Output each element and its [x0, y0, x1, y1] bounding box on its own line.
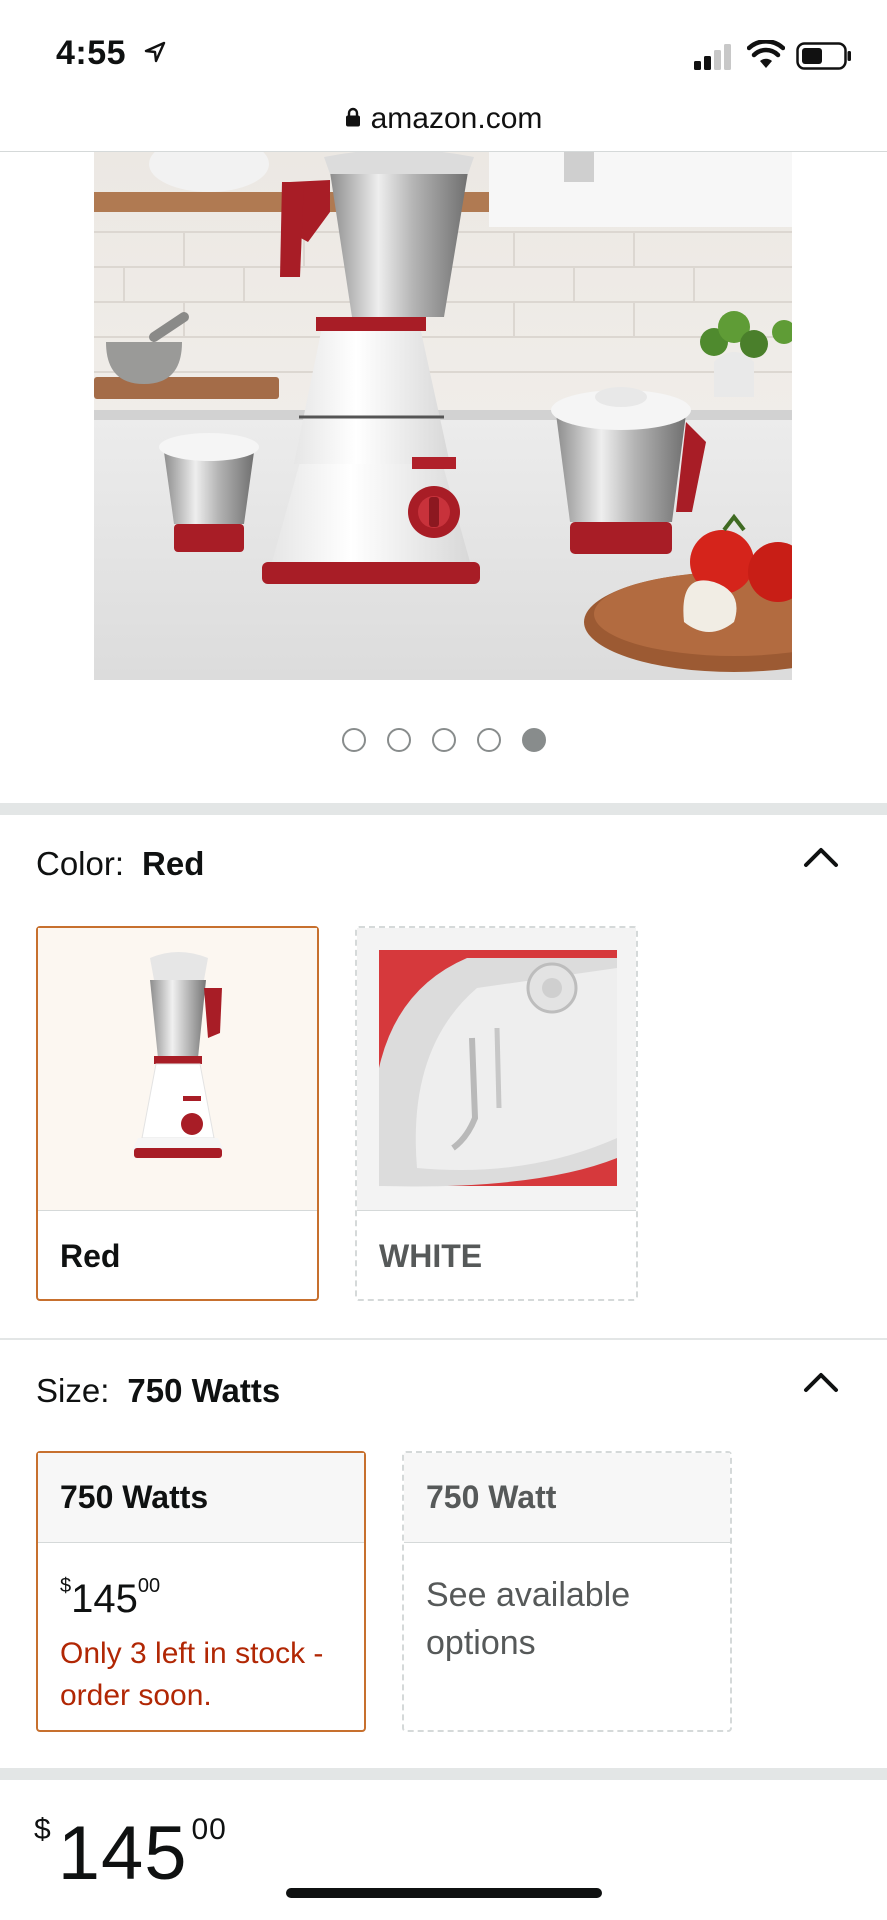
color-swatch-red[interactable]: Red	[36, 926, 319, 1301]
section-divider	[0, 803, 887, 815]
product-image[interactable]	[94, 152, 792, 680]
battery-icon	[796, 42, 851, 70]
carousel-dot[interactable]	[386, 728, 411, 752]
swatch-image-red	[38, 928, 317, 1210]
swatch-image-white	[357, 928, 636, 1210]
section-divider	[0, 1338, 887, 1340]
url-text: amazon.com	[370, 102, 543, 135]
size-option-label: 750 Watt	[426, 1479, 557, 1515]
image-carousel-dots[interactable]	[0, 728, 887, 752]
color-label: Color:	[36, 845, 125, 882]
size-label: Size:	[36, 1372, 110, 1409]
location-arrow-icon	[144, 41, 166, 63]
size-option-price: $14500	[60, 1575, 161, 1621]
size-option-header: 750 Watts	[38, 1453, 364, 1543]
chevron-up-icon[interactable]	[801, 1370, 841, 1394]
carousel-dot[interactable]	[431, 728, 456, 752]
see-available-options: See available options	[426, 1576, 631, 1662]
swatch-label: WHITE	[379, 1238, 483, 1274]
size-option-750-watt[interactable]: 750 Watt See available options	[402, 1451, 732, 1732]
size-option-label: 750 Watts	[60, 1479, 209, 1515]
product-price: $145 00	[34, 1811, 227, 1896]
size-option-750-watts[interactable]: 750 Watts $14500 Only 3 left in stock - …	[36, 1451, 366, 1732]
color-swatch-white[interactable]: WHITE	[355, 926, 638, 1301]
browser-url-bar[interactable]: amazon.com	[0, 100, 887, 152]
size-option-header: 750 Watt	[404, 1453, 730, 1543]
wifi-icon	[747, 40, 785, 68]
section-divider	[0, 1768, 887, 1780]
swatch-divider	[38, 1210, 317, 1211]
stock-warning: Only 3 left in stock - order soon.	[60, 1637, 324, 1712]
size-selector-header[interactable]: Size: 750 Watts	[36, 1372, 280, 1410]
swatch-label: Red	[60, 1238, 121, 1274]
mixer-grinder-photo	[94, 152, 792, 680]
carousel-dot[interactable]	[341, 728, 366, 752]
color-selector-header[interactable]: Color: Red	[36, 845, 204, 883]
lock-icon	[345, 107, 360, 127]
carousel-dot-active[interactable]	[521, 728, 546, 752]
color-selected-value: Red	[142, 845, 205, 882]
carousel-dot[interactable]	[476, 728, 501, 752]
cellular-signal-icon	[694, 44, 731, 70]
status-time: 4:55	[56, 34, 127, 72]
chevron-up-icon[interactable]	[801, 845, 841, 869]
size-selected-value: 750 Watts	[127, 1372, 281, 1409]
home-indicator[interactable]	[286, 1888, 602, 1898]
swatch-divider	[357, 1210, 636, 1211]
status-bar: 4:55	[0, 0, 887, 100]
